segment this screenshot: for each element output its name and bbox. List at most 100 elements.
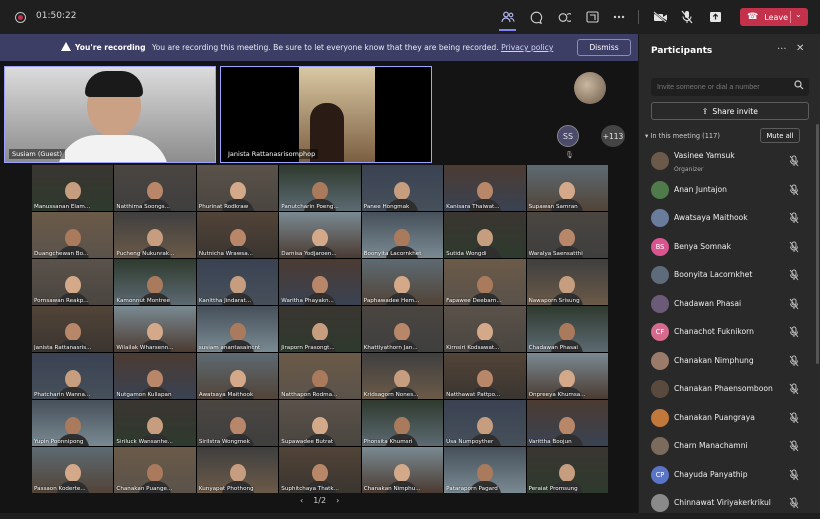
video-tile[interactable]: Khattiyathorn Jan... — [361, 306, 444, 352]
share-invite-button[interactable]: ⇪ Share invite — [651, 102, 809, 120]
camera-off-icon[interactable] — [651, 8, 669, 26]
participant-item[interactable]: CP Chayuda Panyathip — [639, 462, 815, 491]
video-tile[interactable]: Phatcharin Wanna... — [32, 353, 114, 399]
mute-all-button[interactable]: Mute all — [760, 128, 800, 143]
video-tile[interactable]: Pucheng Nukunrak... — [114, 212, 196, 258]
mic-off-icon[interactable] — [789, 355, 801, 367]
mic-off-icon[interactable] — [789, 155, 801, 167]
video-tile[interactable]: Nutgamon Kullapan — [114, 353, 196, 399]
reactions-icon[interactable] — [555, 8, 573, 26]
video-tile[interactable]: Phonsita Khumsri — [361, 400, 444, 446]
scrollbar[interactable] — [816, 124, 819, 364]
video-tile[interactable]: Waralya Saensatthi — [526, 212, 608, 258]
mic-off-icon[interactable] — [789, 212, 801, 224]
mic-off-icon[interactable] — [678, 8, 696, 26]
video-tile-featured[interactable]: Susiam (Guest) — [4, 66, 216, 163]
mic-off-icon[interactable] — [789, 184, 801, 196]
video-tile[interactable]: Kamonnut Montree — [114, 259, 196, 305]
video-tile[interactable]: Usa Numpoyther — [444, 400, 526, 446]
video-tile[interactable]: Natthawat Pattpo... — [444, 353, 526, 399]
video-tile[interactable]: Supawadee Butrat — [279, 400, 361, 446]
video-tile[interactable]: Supawan Samran — [526, 165, 608, 211]
video-tile[interactable]: Natthima Soongs... — [114, 165, 196, 211]
participant-item[interactable]: Vasinee Yamsuk Organizer — [639, 148, 815, 177]
privacy-policy-link[interactable]: Privacy policy — [501, 43, 553, 52]
mic-off-icon[interactable] — [789, 469, 801, 481]
participant-item[interactable]: BS Benya Somnak — [639, 234, 815, 263]
more-icon[interactable] — [610, 8, 628, 26]
participant-item[interactable]: Awatsaya Maithook — [639, 205, 815, 234]
mic-off-icon[interactable] — [789, 497, 801, 509]
participant-item[interactable]: Boonyita Lacornkhet — [639, 262, 815, 291]
participant-item[interactable]: CF Chanachot Fuknikorn — [639, 319, 815, 348]
video-tile[interactable]: Sutida Wongdi — [444, 212, 526, 258]
video-tile[interactable]: Damisa Yodjaroen... — [279, 212, 361, 258]
video-tile[interactable]: Kridsagorn Nones... — [361, 353, 444, 399]
more-participants-button[interactable]: +113 — [601, 125, 625, 147]
close-icon[interactable]: ✕ — [796, 43, 804, 54]
video-tile[interactable]: Chadawan Phasai — [526, 306, 608, 352]
mic-off-icon[interactable] — [789, 241, 801, 253]
video-tile[interactable]: Passaon Koderte... — [32, 447, 114, 493]
video-tile[interactable]: Phurinat Rodkraw — [196, 165, 279, 211]
video-tile[interactable]: Varittha Boojun — [526, 400, 608, 446]
participant-item[interactable]: Anan Juntajon — [639, 177, 815, 206]
people-icon[interactable] — [499, 8, 517, 26]
invite-input[interactable] — [651, 78, 809, 96]
video-tile[interactable]: Jiraporn Prasongt... — [279, 306, 361, 352]
chevron-down-icon[interactable]: ⌄ — [795, 10, 802, 19]
leave-button[interactable]: ☎ Leave ⌄ — [740, 8, 808, 26]
video-tile[interactable]: Manussanan Elam... — [32, 165, 114, 211]
mic-off-icon[interactable] — [789, 269, 801, 281]
participant-item[interactable]: Charn Manachamni — [639, 433, 815, 462]
next-page-icon[interactable]: › — [336, 496, 339, 505]
video-tile[interactable]: Nutnicha Wrawsa... — [196, 212, 279, 258]
in-meeting-header[interactable]: ▾ In this meeting (117) — [645, 132, 720, 140]
video-tile[interactable]: Natthapon Rodma... — [279, 353, 361, 399]
participant-item[interactable]: Chanakan Nimphung — [639, 348, 815, 377]
video-tile[interactable]: Pataraporn Pagard — [444, 447, 526, 493]
video-tile[interactable]: Yupin Poonnipong — [32, 400, 114, 446]
video-tile[interactable]: Paphawadee Hem... — [361, 259, 444, 305]
video-tile[interactable]: Sirilstra Wongmek — [196, 400, 279, 446]
video-tile[interactable]: Nawaporn Srisung — [526, 259, 608, 305]
prev-page-icon[interactable]: ‹ — [300, 496, 303, 505]
mic-off-icon[interactable] — [789, 383, 801, 395]
video-tile-featured[interactable]: Janista Rattanasrisomphop — [220, 66, 432, 163]
mic-off-icon[interactable] — [789, 440, 801, 452]
chat-icon[interactable] — [527, 8, 545, 26]
video-tile[interactable]: Pornsawan Reakp... — [32, 259, 114, 305]
share-tray-icon[interactable] — [706, 8, 724, 26]
video-tile[interactable]: Chanakan Nimphu... — [361, 447, 444, 493]
video-tile[interactable]: Onpreeya Khumsa... — [526, 353, 608, 399]
mic-off-icon[interactable] — [789, 412, 801, 424]
video-tile[interactable]: Suphitchaya Thatk... — [279, 447, 361, 493]
video-tile[interactable]: Kanisara Thaiwat... — [444, 165, 526, 211]
participant-item[interactable]: Chanakan Phaensomboon — [639, 376, 815, 405]
participant-item[interactable]: Chanakan Puangraya — [639, 405, 815, 434]
video-tile[interactable]: Panutcharin Poeng... — [279, 165, 361, 211]
video-tile[interactable]: susiam anantasaincnt — [196, 306, 279, 352]
video-tile[interactable]: Wilailak Wharsenn... — [114, 306, 196, 352]
more-icon[interactable]: ··· — [777, 44, 787, 55]
share-screen-icon[interactable] — [583, 8, 601, 26]
video-tile[interactable]: Awatsaya Maithook — [196, 353, 279, 399]
video-tile[interactable]: Kanittha Jindarat... — [196, 259, 279, 305]
initials-avatar[interactable]: SS — [557, 125, 579, 147]
dismiss-button[interactable]: Dismiss — [577, 39, 631, 56]
video-tile[interactable]: Duangchewan Bo... — [32, 212, 114, 258]
avatar[interactable] — [574, 72, 606, 104]
video-tile[interactable]: Kirnsiri Kodsawat... — [444, 306, 526, 352]
video-tile[interactable]: Boonyita Lacornkhet — [361, 212, 444, 258]
video-tile[interactable]: Fapawee Deebarn... — [444, 259, 526, 305]
participant-item[interactable]: Chadawan Phasai — [639, 291, 815, 320]
video-tile[interactable]: Kunyapat Phothong — [196, 447, 279, 493]
video-tile[interactable]: Siriluck Wansanhe... — [114, 400, 196, 446]
video-tile[interactable]: Janista Rattanasris... — [32, 306, 114, 352]
video-tile[interactable]: Chanakan Puange... — [114, 447, 196, 493]
participant-item[interactable]: Chinnawat Viriyakerkrikul — [639, 490, 815, 519]
video-tile[interactable]: Waritha Phayakn... — [279, 259, 361, 305]
video-tile[interactable]: Peraiat Promsung — [526, 447, 608, 493]
video-tile[interactable]: Panee Hongmak — [361, 165, 444, 211]
mic-off-icon[interactable] — [789, 298, 801, 310]
